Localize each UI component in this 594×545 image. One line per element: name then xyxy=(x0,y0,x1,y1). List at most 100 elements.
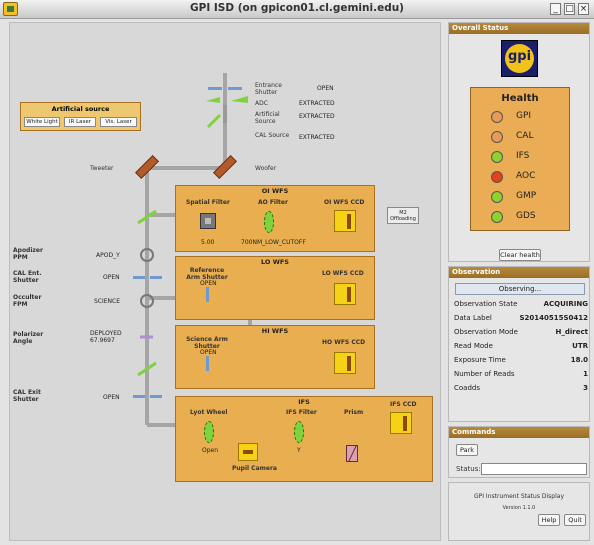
ifs-filter-value: Y xyxy=(297,447,301,454)
obs-value: 18.0 xyxy=(570,356,588,364)
ifs-filter-icon[interactable] xyxy=(294,421,304,443)
maximize-icon[interactable]: □ xyxy=(564,3,575,15)
ao-filter-label: AO Filter xyxy=(258,199,288,206)
ifs-panel[interactable]: IFS Lyot Wheel Open IFS Filter Y Prism I… xyxy=(175,396,433,482)
park-button[interactable]: Park xyxy=(456,444,478,456)
lo-wfs-panel[interactable]: LO WFS Reference Arm Shutter OPEN LO WFS… xyxy=(175,256,375,320)
obs-key: Observation State xyxy=(454,300,518,308)
gpi-logo: gpi xyxy=(501,40,538,77)
minimize-icon[interactable]: _ xyxy=(550,3,561,15)
artificial-source-label: Artificial Source xyxy=(255,111,280,125)
obs-row-data-label: Data Label S20140515S0412 xyxy=(454,314,588,326)
optical-diagram: Artificial source White Light IR Laser V… xyxy=(9,22,441,541)
ao-filter-icon[interactable] xyxy=(264,211,274,233)
prism-label: Prism xyxy=(344,409,364,416)
status-light-icon xyxy=(491,191,503,203)
cal-exit-shutter-icon xyxy=(133,395,145,398)
adc-value: EXTRACTED xyxy=(299,100,335,107)
status-input[interactable] xyxy=(481,463,587,475)
cal-ent-shutter-icon xyxy=(133,276,145,279)
obs-value: 3 xyxy=(583,384,588,392)
white-light-button[interactable]: White Light xyxy=(24,117,60,127)
obs-key: Number of Reads xyxy=(454,370,515,378)
observation-panel: Observation Observing... Observation Sta… xyxy=(448,266,590,422)
cal-exit-value: OPEN xyxy=(103,394,120,401)
vis-laser-button[interactable]: Vis. Laser xyxy=(100,117,137,127)
overall-status-panel: Overall Status gpi Health GPI CAL IFS AO… xyxy=(448,22,590,262)
ir-laser-button[interactable]: IR Laser xyxy=(64,117,96,127)
woofer-label: Woofer xyxy=(255,165,277,172)
lo-wfs-title: LO WFS xyxy=(261,258,289,266)
reference-arm-shutter-icon[interactable] xyxy=(206,287,209,302)
status-light-icon xyxy=(491,111,503,123)
lo-wfs-ccd-icon[interactable] xyxy=(334,283,356,305)
window-title: GPI ISD (on gpicon01.cl.gemini.edu) xyxy=(190,2,404,14)
spatial-filter-icon[interactable] xyxy=(200,213,216,229)
adc-icon xyxy=(231,96,248,103)
apodizer-value: APOD_Y xyxy=(96,252,120,259)
lo-wfs-ccd-label: LO WFS CCD xyxy=(322,270,364,277)
artificial-source-panel: Artificial source White Light IR Laser V… xyxy=(20,102,141,131)
entrance-shutter-icon-right xyxy=(228,87,242,90)
prism-icon[interactable] xyxy=(346,445,358,462)
hi-wfs-panel[interactable]: HI WFS Science Arm Shutter OPEN HO WFS C… xyxy=(175,325,375,389)
ifs-ccd-icon[interactable] xyxy=(390,412,412,434)
cal-ent-shutter-icon-2 xyxy=(150,276,162,279)
oi-wfs-panel[interactable]: OI WFS Spatial Filter 5.00 AO Filter 700… xyxy=(175,185,375,252)
obs-row-state: Observation State ACQUIRING xyxy=(454,300,588,312)
adc-label: ADC xyxy=(255,100,268,107)
ifs-filter-label: IFS Filter xyxy=(286,409,317,416)
hi-wfs-ccd-icon[interactable] xyxy=(334,352,356,374)
pupil-camera-icon[interactable] xyxy=(238,443,258,461)
spatial-filter-value: 5.00 xyxy=(201,239,215,246)
science-arm-shutter-label: Science Arm Shutter xyxy=(186,336,228,350)
app-name-label: GPI Instrument Status Display xyxy=(473,493,564,500)
science-arm-shutter-icon[interactable] xyxy=(206,356,209,371)
clear-health-button[interactable]: Clear health xyxy=(499,249,541,261)
obs-row-reads: Number of Reads 1 xyxy=(454,370,588,382)
version-label: Version 1.1.0 xyxy=(502,505,536,511)
entrance-shutter-value: OPEN xyxy=(317,85,334,92)
lyot-wheel-label: Lyot Wheel xyxy=(190,409,228,416)
cal-exit-label: CAL Exit Shutter xyxy=(13,389,41,403)
science-arm-shutter-value: OPEN xyxy=(200,349,217,356)
obs-value: 1 xyxy=(583,370,588,378)
oi-wfs-ccd-icon[interactable] xyxy=(334,210,356,232)
observation-heading: Observation xyxy=(449,267,589,278)
adc-icon-left xyxy=(206,97,220,103)
hi-wfs-ccd-label: HO WFS CCD xyxy=(322,339,366,346)
ao-filter-value: 700NM_LOW_CUTOFF xyxy=(241,239,306,246)
m2-offloading-button[interactable]: M2 Offloading xyxy=(387,207,419,224)
obs-row-mode: Observation Mode H_direct xyxy=(454,328,588,340)
cal-source-value: EXTRACTED xyxy=(299,134,335,141)
reference-arm-shutter-label: Reference Arm Shutter xyxy=(186,267,228,281)
obs-key: Coadds xyxy=(454,384,480,392)
lyot-wheel-icon[interactable] xyxy=(204,421,214,443)
pupil-camera-label: Pupil Camera xyxy=(232,465,277,472)
health-item-label: GPI xyxy=(516,111,532,121)
apodizer-label: Apodizer PPM xyxy=(13,247,43,261)
hi-wfs-title: HI WFS xyxy=(261,327,289,335)
quit-button[interactable]: Quit xyxy=(564,514,586,526)
overall-status-heading: Overall Status xyxy=(449,23,589,34)
status-light-icon xyxy=(491,151,503,163)
health-item-label: GMP xyxy=(516,191,537,201)
obs-key: Observation Mode xyxy=(454,328,518,336)
cal-exit-shutter-icon-2 xyxy=(150,395,162,398)
oi-wfs-title: OI WFS xyxy=(261,187,289,195)
polarizer-label: Polarizer Angle xyxy=(13,331,44,345)
obs-value: ACQUIRING xyxy=(543,300,588,308)
help-button[interactable]: Help xyxy=(538,514,560,526)
cal-ent-label: CAL Ent. Shutter xyxy=(13,270,42,284)
obs-row-exposure: Exposure Time 18.0 xyxy=(454,356,588,368)
health-item-label: GDS xyxy=(516,211,536,221)
artificial-source-value: EXTRACTED xyxy=(299,113,335,120)
status-light-icon xyxy=(491,131,503,143)
spatial-filter-label: Spatial Filter xyxy=(186,199,230,206)
occulter-label: Occulter FPM xyxy=(13,294,42,308)
title-bar[interactable]: GPI ISD (on gpicon01.cl.gemini.edu) _ □ … xyxy=(0,0,594,19)
artificial-source-title: Artificial source xyxy=(51,105,110,113)
status-light-icon xyxy=(491,211,503,223)
close-icon[interactable]: × xyxy=(578,3,589,15)
commands-heading: Commands xyxy=(449,427,589,438)
